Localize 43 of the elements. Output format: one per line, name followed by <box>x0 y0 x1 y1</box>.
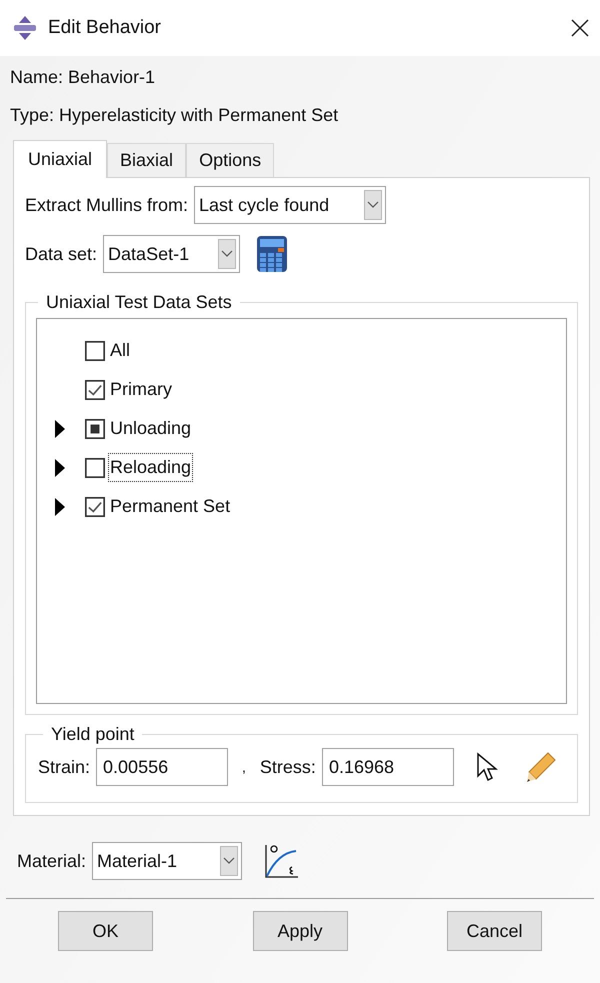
tree-item[interactable]: All <box>108 336 132 365</box>
stress-label: Stress: <box>260 756 316 778</box>
dropdown[interactable]: Last cycle found <box>194 186 386 224</box>
tab[interactable]: Uniaxial <box>13 140 108 178</box>
dropdown[interactable]: Material-1 <box>92 842 242 880</box>
expand-arrow-icon[interactable] <box>55 458 65 476</box>
strain-label: Strain: <box>38 756 90 778</box>
stress-strain-curve-icon[interactable] <box>264 843 300 879</box>
chevron-down-icon <box>218 239 236 269</box>
close-icon[interactable] <box>570 18 590 38</box>
window-title: Edit Behavior <box>48 16 162 40</box>
checkbox[interactable] <box>85 418 105 438</box>
cursor-icon[interactable] <box>476 752 498 782</box>
chevron-down-icon <box>364 190 382 220</box>
dropdown[interactable]: DataSet-1 <box>103 235 240 273</box>
tab[interactable]: Options <box>186 143 274 177</box>
material-label: Material: <box>17 850 86 872</box>
calculator-icon[interactable] <box>256 235 288 273</box>
group-title: Yield point <box>50 723 136 746</box>
name-label: Name: Behavior-1 <box>10 66 156 89</box>
type-label: Type: Hyperelasticity with Permanent Set <box>10 104 340 127</box>
checkbox[interactable] <box>85 458 105 478</box>
data-set-label: Data set: <box>25 242 98 266</box>
separator-comma: , <box>242 758 246 776</box>
tree-item[interactable]: Permanent Set <box>108 492 232 521</box>
tree-item[interactable]: Reloading <box>108 453 194 482</box>
group-title: Uniaxial Test Data Sets <box>45 291 233 314</box>
dialog-button[interactable]: OK <box>58 911 153 951</box>
tab[interactable]: Biaxial <box>107 143 186 177</box>
chevron-down-icon <box>220 846 238 876</box>
dialog-button[interactable]: Cancel <box>447 911 542 951</box>
stress-field[interactable]: 0.16968 <box>322 748 454 786</box>
checkbox[interactable] <box>85 340 105 360</box>
extract-label: Extract Mullins from: <box>25 194 188 216</box>
strain-field[interactable]: 0.00556 <box>96 748 228 786</box>
expand-arrow-icon[interactable] <box>55 498 65 516</box>
tree-item[interactable]: Primary <box>108 375 174 404</box>
tree-item[interactable]: Unloading <box>108 414 194 443</box>
dialog-button[interactable]: Apply <box>252 911 348 951</box>
checkbox[interactable] <box>85 380 105 400</box>
app-icon <box>12 15 38 41</box>
expand-arrow-icon[interactable] <box>55 420 65 438</box>
checkbox[interactable] <box>85 496 105 516</box>
